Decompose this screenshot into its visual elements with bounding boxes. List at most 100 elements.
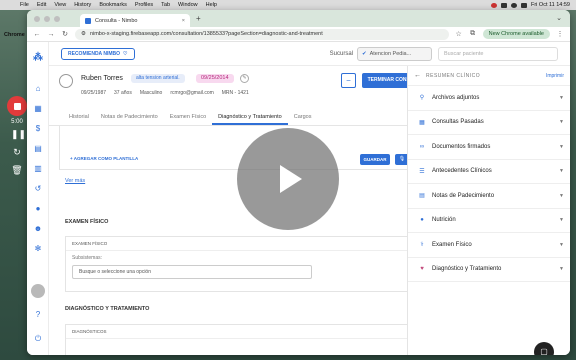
reports-icon[interactable]: ▥ (33, 164, 43, 174)
tab-notas[interactable]: Notas de Padecimiento (95, 110, 164, 125)
chevron-down-icon: ▼ (559, 119, 564, 126)
clinical-summary-title: RESUMEN CLÍNICO (426, 72, 481, 79)
edit-icon[interactable]: ✎ (240, 74, 249, 83)
restart-icon[interactable]: ↻ (11, 146, 23, 158)
home-icon[interactable]: ⌂ (33, 84, 43, 94)
video-play-button[interactable] (237, 128, 339, 230)
address-bar[interactable]: ⚙ nimbo-x-staging.firebaseapp.com/consul… (75, 28, 449, 40)
support-chat-button[interactable]: ▢ (534, 342, 554, 355)
menu-bookmarks[interactable]: Bookmarks (95, 2, 131, 8)
patient-header: Ruben Torres alta tension arterial. 09/2… (49, 66, 428, 112)
recommend-button[interactable]: RECOMIENDA NIMBO ♡ (61, 47, 135, 60)
exam-card: EXAMEN FÍSICO Subsistemas: Busque o sele… (65, 236, 409, 292)
summary-item-archivos[interactable]: ⚲ Archivos adjuntos ▼ (408, 86, 570, 111)
save-button[interactable]: GUARDAR (360, 154, 390, 165)
summary-item-diagnostico[interactable]: ♥ Diagnóstico y Tratamiento ▼ (408, 258, 570, 282)
exam-section-title: EXAMEN FÍSICO (65, 219, 109, 225)
tab-diagnostico[interactable]: Diagnóstico y Tratamiento (212, 110, 288, 125)
sucursal-label: Sucursal (329, 50, 353, 57)
add-template-link[interactable]: + AGREGAR COMO PLANTILLA (70, 156, 138, 161)
menu-view[interactable]: View (50, 2, 70, 8)
patient-name: Ruben Torres (81, 75, 123, 82)
clinical-summary-header: ← RESUMEN CLÍNICO Imprimir (408, 66, 570, 86)
settings-icon[interactable]: ✻ (33, 244, 43, 254)
trash-icon[interactable]: 🗑 (11, 164, 23, 176)
pause-icon[interactable]: ❚❚ (11, 128, 26, 140)
chevron-down-icon: ▼ (559, 143, 564, 150)
collapse-panel-icon[interactable]: ← (414, 72, 421, 79)
extensions-icon[interactable]: ⧉ (469, 30, 477, 38)
minimize-consult-button[interactable]: − (341, 73, 356, 88)
help-icon[interactable]: ? (33, 310, 43, 320)
menu-edit[interactable]: Edit (33, 2, 50, 8)
dx-section-title: DIAGNÓSTICO Y TRATAMIENTO (65, 306, 150, 312)
tab-historial[interactable]: Historial (63, 110, 95, 125)
billing-icon[interactable]: $ (33, 124, 43, 134)
subsystems-select[interactable]: Busque o seleccione una opción (72, 265, 312, 279)
sucursal-select[interactable]: ✔ Atencion Pedia... (357, 46, 432, 61)
bookmark-star-icon[interactable]: ☆ (455, 30, 463, 38)
patient-avatar-icon (59, 74, 73, 88)
close-tab-icon[interactable]: × (182, 18, 185, 24)
recording-time: 5:00 (11, 119, 23, 125)
menu-history[interactable]: History (70, 2, 95, 8)
summary-item-label: Consultas Pasadas (432, 119, 484, 126)
tab-search-icon[interactable]: ⌄ (556, 14, 562, 22)
record-status-icon[interactable] (490, 2, 497, 8)
site-info-icon[interactable]: ⚙ (81, 31, 86, 37)
window-controls (27, 15, 60, 22)
print-button[interactable]: Imprimir (546, 73, 564, 79)
summary-item-antecedentes[interactable]: ☰ Antecedentes Clínicos ▼ (408, 160, 570, 184)
calendar-nav-icon[interactable]: ▦ (33, 104, 43, 114)
chevron-down-icon: ▼ (559, 94, 564, 101)
menu-help[interactable]: Help (202, 2, 221, 8)
summary-item-notas[interactable]: ▤ Notas de Padecimiento ▼ (408, 184, 570, 209)
summary-item-label: Nutrición (432, 217, 456, 224)
menu-window[interactable]: Window (174, 2, 202, 8)
summary-item-label: Antecedentes Clínicos (432, 168, 492, 175)
tab-cargos[interactable]: Cargos (288, 110, 318, 125)
battery-icon[interactable] (500, 2, 507, 8)
consult-tabs: Historial Notas de Padecimiento Examen F… (49, 110, 419, 126)
user-avatar[interactable] (31, 284, 45, 298)
menubar-clock[interactable]: Fri Oct 11 14:59 (531, 2, 570, 8)
users-icon[interactable]: ☻ (33, 224, 43, 234)
menu-profiles[interactable]: Profiles (131, 2, 157, 8)
new-tab-icon[interactable]: + (196, 14, 201, 23)
stop-icon (13, 102, 21, 110)
forward-icon[interactable]: → (47, 31, 55, 38)
summary-item-consultas[interactable]: ▦ Consultas Pasadas ▼ (408, 111, 570, 135)
menubar-status: Fri Oct 11 14:59 (490, 2, 576, 8)
menu-file[interactable]: File (16, 2, 33, 8)
tab-strip: Consulta - Nimbo × + ⌄ (27, 10, 570, 27)
minimize-window-button[interactable] (44, 15, 50, 22)
ver-mas-link[interactable]: Ver más (65, 178, 85, 184)
chat-nav-icon[interactable]: ● (33, 204, 43, 214)
logout-icon[interactable]: ⏻ (33, 334, 43, 344)
summary-item-nutricion[interactable]: ● Nutrición ▼ (408, 209, 570, 233)
tab-examen[interactable]: Examen Físico (164, 110, 212, 125)
refresh-nav-icon[interactable]: ↺ (33, 184, 43, 194)
play-icon (280, 165, 302, 193)
more-menu-icon[interactable]: ⋮ (556, 30, 564, 38)
recommend-label: RECOMIENDA NIMBO (68, 50, 121, 57)
apple-icon: ● (420, 217, 424, 224)
summary-item-examen[interactable]: ⚕ Examen Físico ▼ (408, 233, 570, 258)
documents-icon[interactable]: ▤ (33, 144, 43, 154)
left-navigation: ⁂ ⌂ ▦ $ ▤ ▥ ↺ ● ☻ ✻ ? ⏻ (27, 42, 49, 355)
note-icon: ▤ (419, 193, 425, 200)
patient-search-input[interactable]: Buscar paciente (438, 46, 558, 61)
control-center-icon[interactable] (520, 2, 527, 8)
summary-item-documentos[interactable]: ∞ Documentos firmados ▼ (408, 135, 570, 160)
back-icon[interactable]: ← (33, 31, 41, 38)
stop-recording-button[interactable] (7, 96, 27, 116)
zoom-window-button[interactable] (54, 15, 60, 22)
chrome-update-button[interactable]: New Chrome available (482, 29, 550, 39)
nimbo-logo-icon[interactable]: ⁂ (32, 52, 44, 64)
list-icon: ☰ (419, 168, 425, 175)
browser-tab[interactable]: Consulta - Nimbo × (80, 14, 190, 27)
close-window-button[interactable] (34, 15, 40, 22)
reload-icon[interactable]: ↻ (61, 30, 69, 38)
menu-tab[interactable]: Tab (157, 2, 174, 8)
wifi-icon[interactable] (510, 2, 517, 8)
